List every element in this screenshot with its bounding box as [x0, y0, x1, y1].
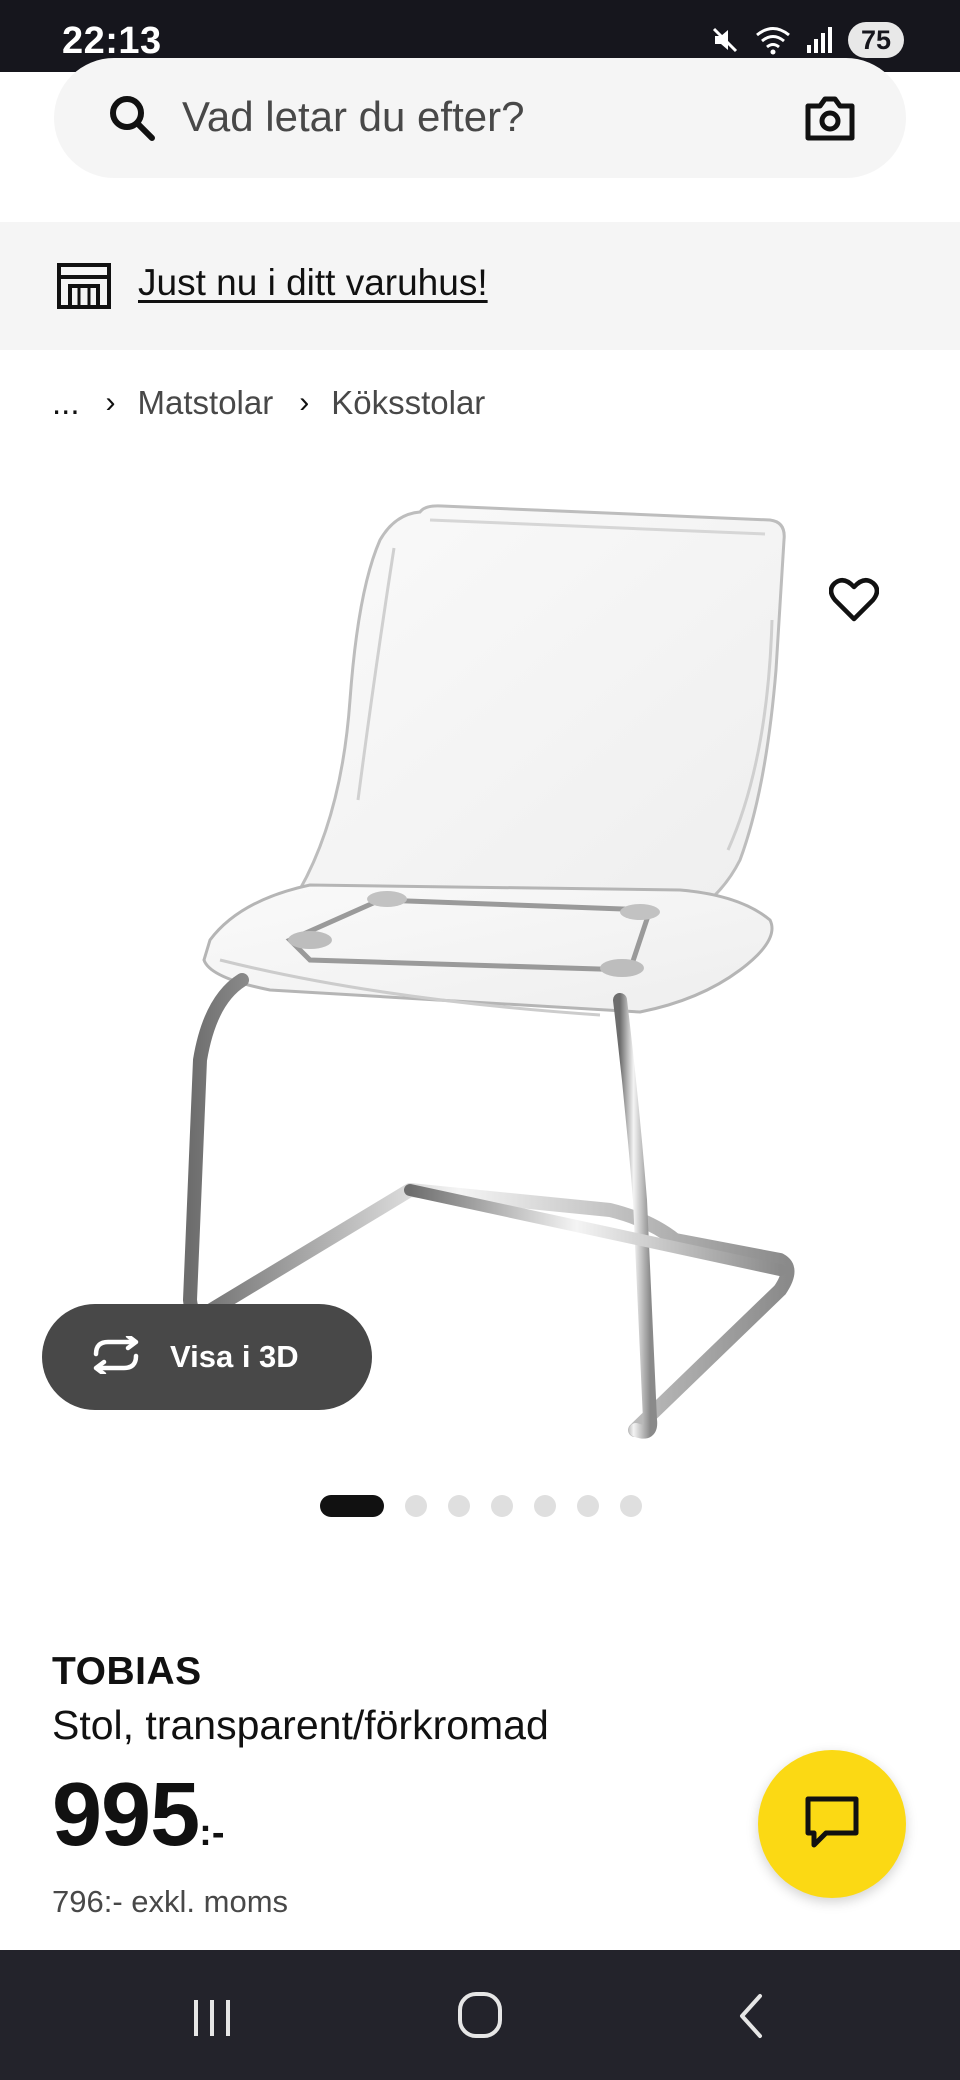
home-icon[interactable]	[456, 1990, 504, 2045]
status-icons: 75	[710, 22, 904, 58]
carousel-dot[interactable]	[448, 1495, 470, 1517]
price-excl-vat: 796:- exkl. moms	[52, 1884, 289, 1919]
breadcrumb-ellipsis[interactable]: ...	[52, 384, 80, 422]
chevron-right-icon: ›	[299, 386, 310, 419]
view-3d-button[interactable]: Visa i 3D	[42, 1304, 372, 1410]
status-time: 22:13	[62, 20, 162, 62]
breadcrumb: ... › Matstolar › Köksstolar	[52, 384, 485, 422]
camera-icon[interactable]	[802, 92, 858, 149]
product-description: Stol, transparent/förkromad	[52, 1702, 549, 1748]
wifi-icon	[754, 25, 792, 55]
recents-icon[interactable]	[188, 1996, 236, 2045]
heart-icon[interactable]	[828, 577, 880, 628]
carousel-dot[interactable]	[405, 1495, 427, 1517]
carousel-dot[interactable]	[534, 1495, 556, 1517]
product-name: TOBIAS	[52, 1650, 202, 1693]
carousel-dot[interactable]	[577, 1495, 599, 1517]
chevron-right-icon: ›	[105, 386, 116, 419]
chat-bubble-icon	[803, 1794, 861, 1855]
carousel-dot[interactable]	[620, 1495, 642, 1517]
search-input[interactable]: Vad letar du efter?	[182, 93, 524, 141]
battery-icon: 75	[848, 22, 904, 58]
search-icon[interactable]	[104, 90, 160, 151]
breadcrumb-item[interactable]: Matstolar	[138, 384, 274, 422]
store-icon	[56, 262, 112, 315]
mute-icon	[710, 25, 740, 55]
product-image[interactable]	[180, 500, 800, 1440]
product-price: 995:-	[52, 1770, 224, 1860]
rotate-3d-icon	[88, 1333, 144, 1379]
image-carousel-indicator[interactable]	[320, 1495, 642, 1517]
store-link[interactable]: Just nu i ditt varuhus!	[138, 262, 488, 304]
chat-button[interactable]	[758, 1750, 906, 1898]
breadcrumb-item[interactable]: Köksstolar	[331, 384, 485, 422]
back-icon[interactable]	[734, 1992, 768, 2045]
carousel-dot-active[interactable]	[320, 1495, 384, 1517]
view-3d-label: Visa i 3D	[170, 1339, 299, 1374]
signal-icon	[806, 25, 834, 55]
price-suffix: :-	[199, 1812, 225, 1854]
store-banner[interactable]: Just nu i ditt varuhus!	[0, 222, 960, 350]
search-bar[interactable]: Vad letar du efter?	[54, 58, 906, 178]
carousel-dot[interactable]	[491, 1495, 513, 1517]
wishlist-button[interactable]	[820, 568, 888, 636]
price-amount: 995	[52, 1765, 200, 1865]
system-nav-bar	[0, 1950, 960, 2080]
